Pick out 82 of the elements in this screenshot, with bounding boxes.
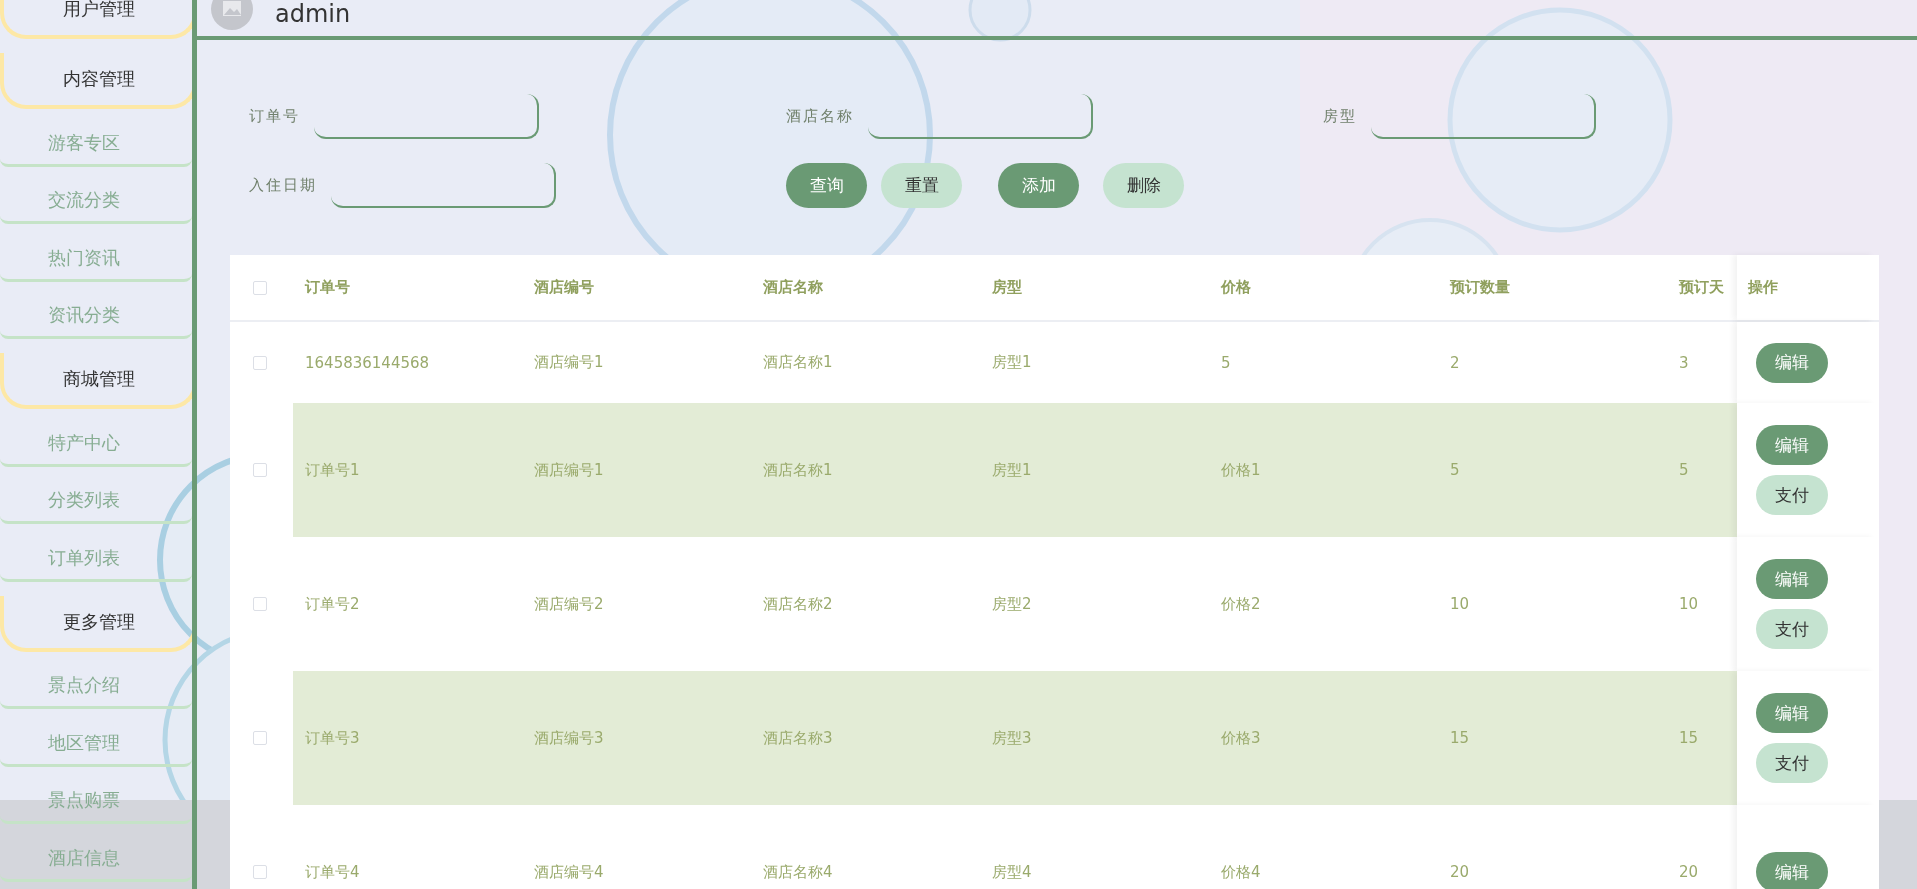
sidebar-item[interactable]: 资讯分类: [0, 281, 192, 339]
table-cell-text: 酒店名称1: [762, 352, 834, 373]
column-header: 价格: [1220, 277, 1252, 298]
sidebar-item[interactable]: 交流分类: [0, 166, 192, 224]
table-cell: 价格1: [1209, 403, 1438, 537]
edit-button[interactable]: 编辑: [1756, 342, 1828, 383]
field-label: 房型: [1323, 107, 1357, 126]
table-cell: 订单号3: [293, 671, 522, 805]
table-cell-text: 房型2: [991, 593, 1033, 615]
table-cell-text: 10: [1449, 594, 1471, 615]
table-cell-text: 3: [1678, 352, 1690, 374]
input-field[interactable]: [1371, 94, 1596, 139]
column-header: 房型: [991, 277, 1023, 298]
checkbox[interactable]: [253, 463, 267, 477]
sidebar-item[interactable]: 酒店信息: [0, 824, 192, 882]
sidebar-group-header[interactable]: 用户管理: [0, 0, 192, 39]
table-cell: 15: [1667, 671, 1737, 805]
table-cell: 5: [1438, 403, 1667, 537]
column-header: 酒店编号: [533, 277, 595, 298]
table-cell-text: 价格2: [1220, 593, 1262, 615]
sidebar-item[interactable]: 订单列表: [0, 524, 192, 582]
edit-button[interactable]: 编辑: [1756, 425, 1828, 465]
table-cell-text: 酒店编号1: [533, 352, 605, 373]
sidebar-group-header[interactable]: 内容管理: [0, 53, 192, 109]
sidebar-item[interactable]: 地区管理: [0, 709, 192, 767]
table-cell-text: 1645836144568: [304, 352, 431, 374]
table-cell: 15: [1438, 671, 1667, 805]
column-header: 操作: [1737, 255, 1875, 320]
table-cell-text: 20: [1449, 862, 1471, 883]
sidebar-item[interactable]: 景点介绍: [0, 651, 192, 709]
input-field[interactable]: [331, 163, 556, 208]
table-cell: 房型3: [980, 671, 1209, 805]
table-cell: 5: [1667, 403, 1737, 537]
edit-button[interactable]: 编辑: [1756, 693, 1828, 733]
sidebar-item[interactable]: 景点购票: [0, 766, 192, 824]
table-cell-text: 酒店编号4: [533, 861, 605, 883]
table-cell-text: 订单号4: [304, 861, 361, 883]
table-cell-text: 订单号2: [304, 593, 361, 615]
column-header: 酒店名称: [762, 277, 824, 298]
column-header: 预订数量: [1449, 277, 1511, 298]
checkbox[interactable]: [253, 865, 267, 879]
edit-button[interactable]: 编辑: [1756, 852, 1828, 889]
table-cell-text: 5: [1220, 352, 1232, 374]
pay-button[interactable]: 支付: [1756, 609, 1828, 649]
input-field[interactable]: [868, 94, 1093, 139]
column-header: 预订天: [1678, 277, 1725, 298]
checkbox[interactable]: [253, 355, 267, 370]
sidebar-group-header[interactable]: 商城管理: [0, 353, 192, 409]
table-cell-text: 10: [1678, 594, 1700, 615]
table-cell-text: 酒店名称4: [762, 861, 834, 883]
table-cell: 订单号1: [293, 403, 522, 537]
avatar-icon[interactable]: [211, 0, 253, 30]
pay-button[interactable]: 支付: [1756, 743, 1828, 783]
sidebar-group-header[interactable]: 更多管理: [0, 595, 192, 652]
pay-button[interactable]: 支付: [1756, 475, 1828, 515]
sidebar-item[interactable]: 分类列表: [0, 466, 192, 524]
table-cell-text: 房型1: [991, 352, 1033, 373]
table-cell-text: 酒店名称2: [762, 593, 834, 615]
sidebar-item[interactable]: 游客专区: [0, 109, 192, 167]
field-label: 入住日期: [249, 176, 317, 195]
table-cell-text: 20: [1678, 862, 1700, 883]
sidebar-item[interactable]: 特产中心: [0, 409, 192, 467]
table-cell: 房型1: [980, 403, 1209, 537]
checkbox[interactable]: [253, 280, 267, 295]
table-cell: 酒店名称3: [751, 671, 980, 805]
username: admin: [275, 0, 351, 28]
field-label: 订单号: [249, 107, 300, 126]
checkbox[interactable]: [253, 597, 267, 611]
sidebar-item[interactable]: 热门资讯: [0, 224, 192, 282]
table-cell: 酒店编号1: [522, 403, 751, 537]
table-cell-text: 2: [1449, 352, 1461, 374]
checkbox[interactable]: [253, 731, 267, 745]
table-cell-text: 价格4: [1220, 861, 1262, 883]
edit-button[interactable]: 编辑: [1756, 559, 1828, 599]
table-cell: 价格3: [1209, 671, 1438, 805]
table-cell: 酒店名称1: [751, 403, 980, 537]
field-label: 酒店名称: [786, 107, 854, 126]
table-cell: 酒店编号3: [522, 671, 751, 805]
column-header: 订单号: [303, 277, 351, 298]
table-cell-text: 房型4: [991, 861, 1033, 883]
input-field[interactable]: [314, 94, 539, 139]
table-cell-text: 酒店编号2: [533, 593, 605, 615]
